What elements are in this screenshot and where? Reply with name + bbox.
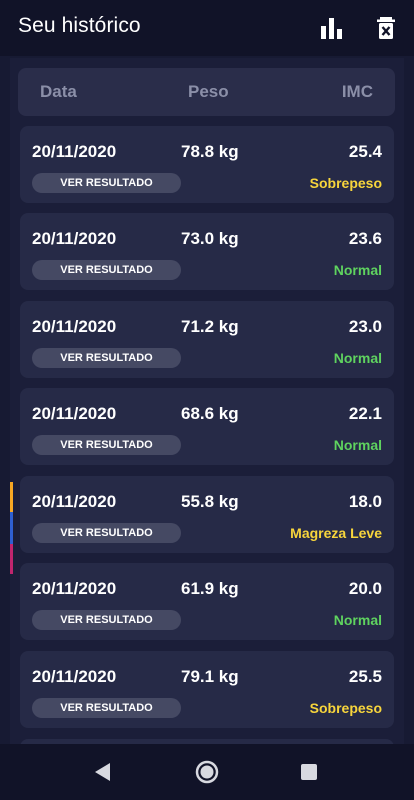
history-row: 20/11/2020 73.0 kg 23.6 VER RESULTADO No… [20, 213, 394, 290]
row-status: Normal [333, 262, 382, 278]
history-list[interactable]: Data Peso IMC 20/11/2020 78.8 kg 25.4 VE… [10, 58, 404, 748]
row-bmi: 23.6 [348, 229, 382, 248]
row-bmi: 25.5 [348, 667, 382, 686]
history-row: 20/11/2020 78.8 kg 25.4 VER RESULTADO So… [20, 126, 394, 203]
row-status: Normal [333, 350, 382, 366]
row-bmi: 20.0 [348, 579, 382, 598]
trash-icon [377, 17, 395, 39]
view-result-button[interactable]: VER RESULTADO [32, 698, 181, 718]
view-result-button[interactable]: VER RESULTADO [32, 348, 181, 368]
row-weight: 61.9 kg [181, 579, 239, 598]
row-status: Magreza Leve [290, 525, 382, 541]
view-result-button[interactable]: VER RESULTADO [32, 610, 181, 630]
row-status: Sobrepeso [309, 175, 382, 191]
row-bmi: 25.4 [348, 142, 382, 161]
history-row: 20/11/2020 55.8 kg 18.0 VER RESULTADO Ma… [20, 476, 394, 553]
row-weight: 73.0 kg [181, 229, 239, 248]
row-weight: 71.2 kg [181, 317, 239, 336]
bar-chart-icon [321, 18, 342, 39]
row-bmi: 22.1 [348, 404, 382, 423]
row-date: 20/11/2020 [32, 404, 117, 423]
history-row: 20/11/2020 68.6 kg 22.1 VER RESULTADO No… [20, 388, 394, 465]
view-result-button[interactable]: VER RESULTADO [32, 260, 181, 280]
view-result-button[interactable]: VER RESULTADO [32, 173, 181, 193]
table-header: Data Peso IMC [18, 68, 395, 116]
row-weight: 79.1 kg [181, 667, 239, 686]
column-header-bmi: IMC [341, 82, 373, 101]
row-weight: 78.8 kg [181, 142, 239, 161]
column-header-date: Data [40, 82, 77, 101]
row-weight: 68.6 kg [181, 404, 239, 423]
row-date: 20/11/2020 [32, 229, 117, 248]
row-bmi: 23.0 [348, 317, 382, 336]
view-result-button[interactable]: VER RESULTADO [32, 523, 181, 543]
row-date: 20/11/2020 [32, 579, 117, 598]
row-status: Normal [333, 437, 382, 453]
view-result-button[interactable]: VER RESULTADO [32, 435, 181, 455]
column-header-weight: Peso [188, 82, 229, 101]
history-row: 20/11/2020 71.2 kg 23.0 VER RESULTADO No… [20, 301, 394, 378]
row-status: Normal [333, 612, 382, 628]
app-bar: Seu histórico [0, 0, 414, 56]
recents-square-icon [301, 764, 317, 780]
row-date: 20/11/2020 [32, 142, 117, 161]
history-row: 20/11/2020 79.1 kg 25.5 VER RESULTADO So… [20, 651, 394, 728]
row-status: Sobrepeso [309, 700, 382, 716]
delete-history-button[interactable] [372, 14, 400, 42]
chart-button[interactable] [318, 14, 346, 42]
history-row: 20/11/2020 61.9 kg 20.0 VER RESULTADO No… [20, 563, 394, 640]
system-nav-bar [0, 744, 414, 800]
back-triangle-icon [95, 763, 110, 781]
left-edge-accent [10, 482, 13, 574]
row-date: 20/11/2020 [32, 317, 117, 336]
row-date: 20/11/2020 [32, 667, 117, 686]
home-circle-icon [195, 760, 219, 784]
nav-recents-button[interactable] [295, 758, 323, 786]
row-weight: 55.8 kg [181, 492, 239, 511]
nav-back-button[interactable] [89, 758, 117, 786]
page-title: Seu histórico [18, 14, 141, 37]
row-bmi: 18.0 [348, 492, 382, 511]
nav-home-button[interactable] [193, 758, 221, 786]
row-date: 20/11/2020 [32, 492, 117, 511]
